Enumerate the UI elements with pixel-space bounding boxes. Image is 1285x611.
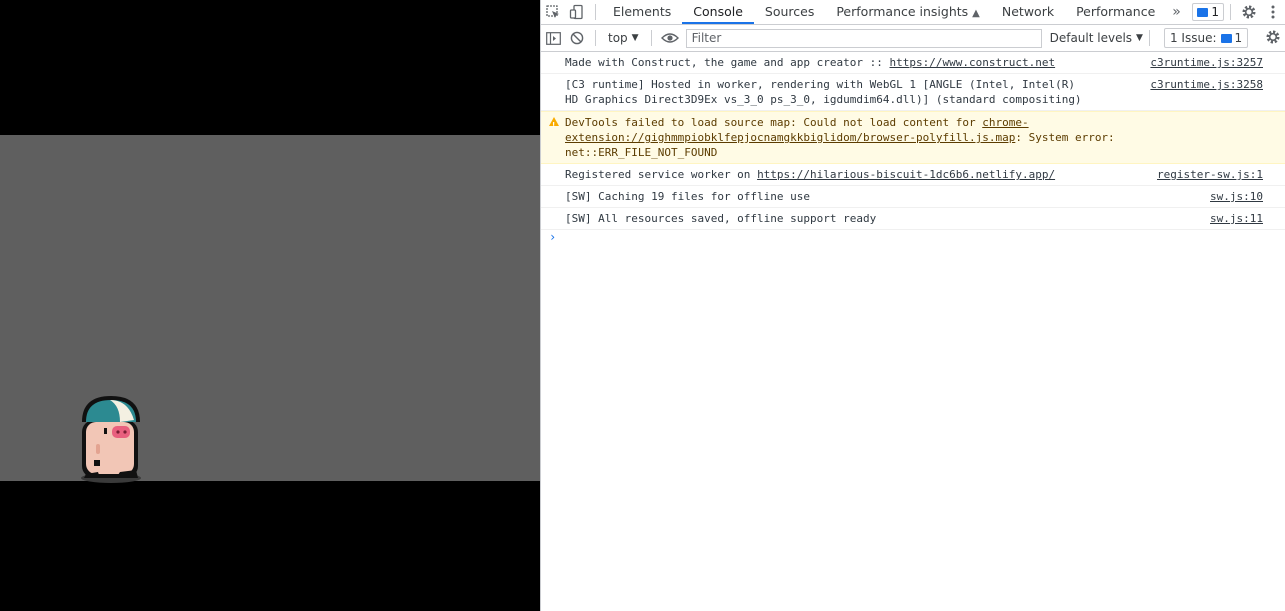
- kebab-menu-icon[interactable]: [1261, 0, 1285, 24]
- console-message: [C3 runtime] Hosted in worker, rendering…: [541, 74, 1285, 111]
- console-prompt[interactable]: ›: [541, 230, 1285, 248]
- log-levels-label: Default levels: [1049, 31, 1133, 45]
- dropdown-arrow-icon: ▼: [1136, 33, 1143, 43]
- inspect-element-icon[interactable]: [541, 0, 565, 24]
- divider: [650, 30, 652, 46]
- issues-badge: 1: [1220, 30, 1243, 46]
- issues-count: 1: [1234, 31, 1243, 45]
- console-message: [SW] All resources saved, offline suppor…: [541, 208, 1285, 230]
- console-message: Made with Construct, the game and app cr…: [541, 52, 1285, 74]
- devtools-tab-bar: Elements Console Sources Performance ins…: [541, 0, 1285, 25]
- source-link[interactable]: register-sw.js:1: [1157, 167, 1263, 182]
- source-link[interactable]: c3runtime.js:3258: [1150, 77, 1263, 92]
- message-text: [SW] All resources saved, offline suppor…: [565, 212, 877, 225]
- prompt-chevron-icon: ›: [549, 230, 557, 244]
- message-text: [C3 runtime] Hosted in worker, rendering…: [565, 78, 1082, 106]
- pig-character-sprite: [81, 396, 141, 483]
- divider: [595, 30, 596, 46]
- console-message: [SW] Caching 19 files for offline use sw…: [541, 186, 1285, 208]
- console-messages: Made with Construct, the game and app cr…: [541, 52, 1285, 248]
- source-link[interactable]: sw.js:10: [1210, 189, 1263, 204]
- message-link[interactable]: https://hilarious-biscuit-1dc6b6.netlify…: [757, 168, 1055, 181]
- game-canvas[interactable]: [0, 135, 540, 483]
- tab-elements[interactable]: Elements: [602, 0, 682, 24]
- message-icon: [1220, 33, 1232, 43]
- message-icon: [1197, 7, 1209, 17]
- filter-placeholder: Filter: [691, 31, 722, 45]
- tab-performance-insights-label: Performance insights: [836, 4, 969, 19]
- message-link[interactable]: https://www.construct.net: [890, 56, 1056, 69]
- issues-label: 1 Issue:: [1169, 31, 1217, 45]
- more-tabs-chevron-icon[interactable]: »: [1166, 4, 1187, 20]
- tab-network[interactable]: Network: [991, 0, 1065, 24]
- game-viewport: [0, 0, 540, 611]
- message-text: DevTools failed to load source map: Coul…: [565, 116, 983, 129]
- flask-icon: ▲: [972, 8, 980, 19]
- tab-performance-insights[interactable]: Performance insights ▲: [825, 0, 991, 24]
- warning-icon: [549, 117, 559, 133]
- console-toolbar: top ▼ Filter Default levels ▼ 1 Issue: 1: [541, 25, 1285, 52]
- devtools-panel: Elements Console Sources Performance ins…: [540, 0, 1285, 611]
- live-expression-eye-icon[interactable]: [658, 26, 682, 50]
- divider: [1230, 4, 1231, 20]
- context-selector-value: top: [608, 31, 628, 45]
- messages-badge[interactable]: 1: [1192, 3, 1224, 21]
- message-text: [SW] Caching 19 files for offline use: [565, 190, 811, 203]
- issues-button[interactable]: 1 Issue: 1: [1163, 28, 1249, 48]
- sidebar-toggle-icon[interactable]: [541, 26, 565, 50]
- console-settings-gear-icon[interactable]: [1264, 28, 1282, 46]
- tab-performance[interactable]: Performance: [1065, 0, 1166, 24]
- context-selector[interactable]: top ▼: [602, 31, 645, 45]
- console-warning: DevTools failed to load source map: Coul…: [541, 111, 1285, 164]
- message-text: Made with Construct, the game and app cr…: [565, 56, 890, 69]
- tab-sources[interactable]: Sources: [754, 0, 825, 24]
- source-link[interactable]: sw.js:11: [1210, 211, 1263, 226]
- messages-badge-count: 1: [1211, 5, 1219, 19]
- divider: [1148, 30, 1150, 46]
- log-levels-dropdown[interactable]: Default levels ▼: [1050, 31, 1143, 45]
- device-toolbar-icon[interactable]: [565, 0, 589, 24]
- tab-bar-right-tools: 1: [1188, 0, 1285, 24]
- tab-console[interactable]: Console: [682, 0, 754, 24]
- dropdown-arrow-icon: ▼: [631, 33, 639, 43]
- message-text: Registered service worker on: [565, 168, 758, 181]
- console-filter-input[interactable]: Filter: [685, 28, 1042, 48]
- clear-console-icon[interactable]: [565, 26, 589, 50]
- source-link[interactable]: c3runtime.js:3257: [1150, 55, 1263, 70]
- console-message: Registered service worker on https://hil…: [541, 164, 1285, 186]
- settings-gear-icon[interactable]: [1237, 0, 1261, 24]
- divider: [595, 4, 596, 20]
